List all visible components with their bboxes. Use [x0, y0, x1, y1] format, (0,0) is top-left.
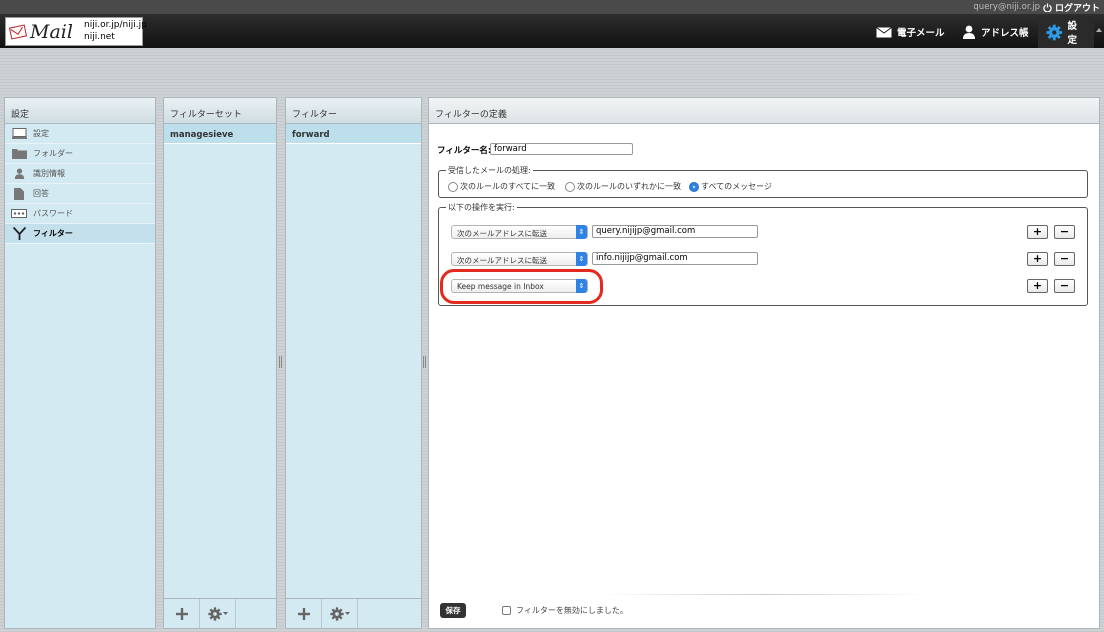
filterset-actions-button[interactable]: [200, 599, 236, 628]
logo-text: Mail: [30, 21, 73, 43]
filter-actions-button[interactable]: [322, 599, 358, 628]
radio-label: すべてのメッセージ: [701, 182, 772, 191]
actions-legend: 以下の操作を実行:: [446, 202, 517, 213]
radio-all-messages[interactable]: すべてのメッセージ: [689, 181, 772, 192]
user-email: query@niji.or.jp: [973, 2, 1040, 12]
incoming-mail-legend: 受信したメールの処理:: [446, 165, 533, 176]
person-icon: [14, 168, 24, 179]
radio-all-rules[interactable]: 次のルールのすべてに一致: [448, 181, 555, 192]
action-target-input-2[interactable]: info.nijijp@gmail.com: [592, 252, 758, 265]
gear-icon: [1046, 24, 1063, 40]
filter-panel-title: フィルター: [286, 98, 421, 124]
red-highlight-annotation: [440, 269, 603, 304]
filterset-item[interactable]: managesieve: [164, 124, 276, 144]
filter-panel: フィルター forward: [285, 97, 422, 629]
logo[interactable]: Mail niji.or.jp/niji.jp niji.net: [5, 17, 147, 46]
nav-addressbook[interactable]: アドレス帳: [954, 16, 1037, 48]
filter-item[interactable]: forward: [286, 124, 421, 144]
logo-domain-1: niji.or.jp/niji.jp: [84, 20, 147, 30]
radio-label: 次のルールのいずれかに一致: [577, 182, 681, 191]
settings-item-password[interactable]: パスワード: [5, 204, 155, 224]
nav-settings[interactable]: 設定: [1038, 16, 1094, 48]
plus-icon: [297, 607, 310, 620]
nav-settings-label: 設定: [1067, 21, 1078, 46]
gear-icon: [329, 606, 344, 621]
action-target-input-1[interactable]: query.nijijp@gmail.com: [592, 225, 758, 238]
splitter-handle[interactable]: [279, 356, 282, 368]
monitor-icon: [11, 128, 27, 139]
select-arrows-icon: ⇕: [576, 225, 587, 239]
disable-filter-checkbox[interactable]: フィルターを無効にしました。: [502, 605, 628, 616]
add-filterset-button[interactable]: [164, 599, 200, 628]
filterset-panel-title: フィルターセット: [164, 98, 276, 124]
add-filter-button[interactable]: [286, 599, 322, 628]
filter-definition-title: フィルターの定義: [429, 98, 1099, 124]
top-bar: query@niji.or.jp ログアウト Mail niji.or.jp/n…: [0, 0, 1104, 48]
settings-item-label: フィルター: [33, 229, 73, 238]
nav-mail-label: 電子メール: [897, 28, 945, 39]
nav-caret-icon[interactable]: [1096, 28, 1102, 32]
save-button[interactable]: 保存: [440, 603, 466, 618]
settings-item-identities[interactable]: 識別情報: [5, 164, 155, 184]
folder-icon: [11, 149, 27, 159]
add-action-button[interactable]: +: [1027, 279, 1048, 293]
nav-mail[interactable]: 電子メール: [868, 16, 953, 48]
remove-action-button[interactable]: −: [1054, 225, 1075, 239]
filter-footer: [286, 598, 421, 628]
envelope-icon: [876, 26, 892, 37]
radio-dot: [565, 181, 575, 192]
settings-item-label: フォルダー: [33, 149, 73, 158]
disable-filter-label: フィルターを無効にしました。: [516, 606, 628, 615]
filterset-footer: [164, 598, 276, 628]
plus-icon: [175, 607, 188, 620]
settings-item-preferences[interactable]: 設定: [5, 124, 155, 144]
filter-icon: [12, 227, 26, 240]
splitter-handle[interactable]: [423, 356, 426, 368]
filter-name-input[interactable]: forward: [490, 143, 633, 155]
person-icon: [963, 25, 975, 39]
gear-icon: [207, 606, 222, 621]
radio-dot-selected: [689, 181, 699, 192]
filter-name-label: フィルター名:: [437, 146, 492, 156]
settings-item-responses[interactable]: 回答: [5, 184, 155, 204]
logout-button[interactable]: ログアウト: [1043, 1, 1100, 14]
caret-down-icon: [222, 612, 228, 615]
logo-domain-2: niji.net: [84, 32, 115, 42]
radio-dot: [448, 181, 458, 192]
remove-action-button[interactable]: −: [1054, 279, 1075, 293]
remove-action-button[interactable]: −: [1054, 252, 1075, 266]
settings-item-label: パスワード: [33, 209, 73, 218]
settings-panel-title: 設定: [5, 98, 155, 124]
action-select-value: 次のメールアドレスに転送: [457, 256, 547, 265]
action-select-2[interactable]: 次のメールアドレスに転送 ⇕: [451, 252, 588, 266]
radio-label: 次のルールのすべてに一致: [460, 182, 556, 191]
caret-down-icon: [344, 612, 350, 615]
logout-label: ログアウト: [1054, 4, 1100, 14]
envelope-logo-icon: [8, 24, 28, 40]
footer-divider: [600, 594, 930, 595]
add-action-button[interactable]: +: [1027, 252, 1048, 266]
filterset-panel: フィルターセット managesieve: [163, 97, 277, 629]
action-select-1[interactable]: 次のメールアドレスに転送 ⇕: [451, 225, 588, 239]
settings-item-label: 回答: [33, 189, 49, 198]
nav-addressbook-label: アドレス帳: [981, 28, 1029, 39]
document-icon: [14, 187, 24, 200]
settings-item-label: 設定: [33, 129, 49, 138]
add-action-button[interactable]: +: [1027, 225, 1048, 239]
settings-panel: 設定 設定 フォルダー 識別情報 回答 パスワード フィルター: [4, 97, 156, 629]
radio-any-rule[interactable]: 次のルールのいずれかに一致: [565, 181, 681, 192]
password-icon: [11, 209, 27, 218]
settings-item-filters[interactable]: フィルター: [5, 224, 155, 244]
settings-item-label: 識別情報: [33, 169, 65, 178]
settings-item-folders[interactable]: フォルダー: [5, 144, 155, 164]
action-select-value: 次のメールアドレスに転送: [457, 229, 547, 238]
power-icon: [1043, 3, 1052, 12]
top-strip: query@niji.or.jp ログアウト: [0, 0, 1104, 14]
checkbox[interactable]: [502, 606, 511, 615]
select-arrows-icon: ⇕: [576, 252, 587, 266]
